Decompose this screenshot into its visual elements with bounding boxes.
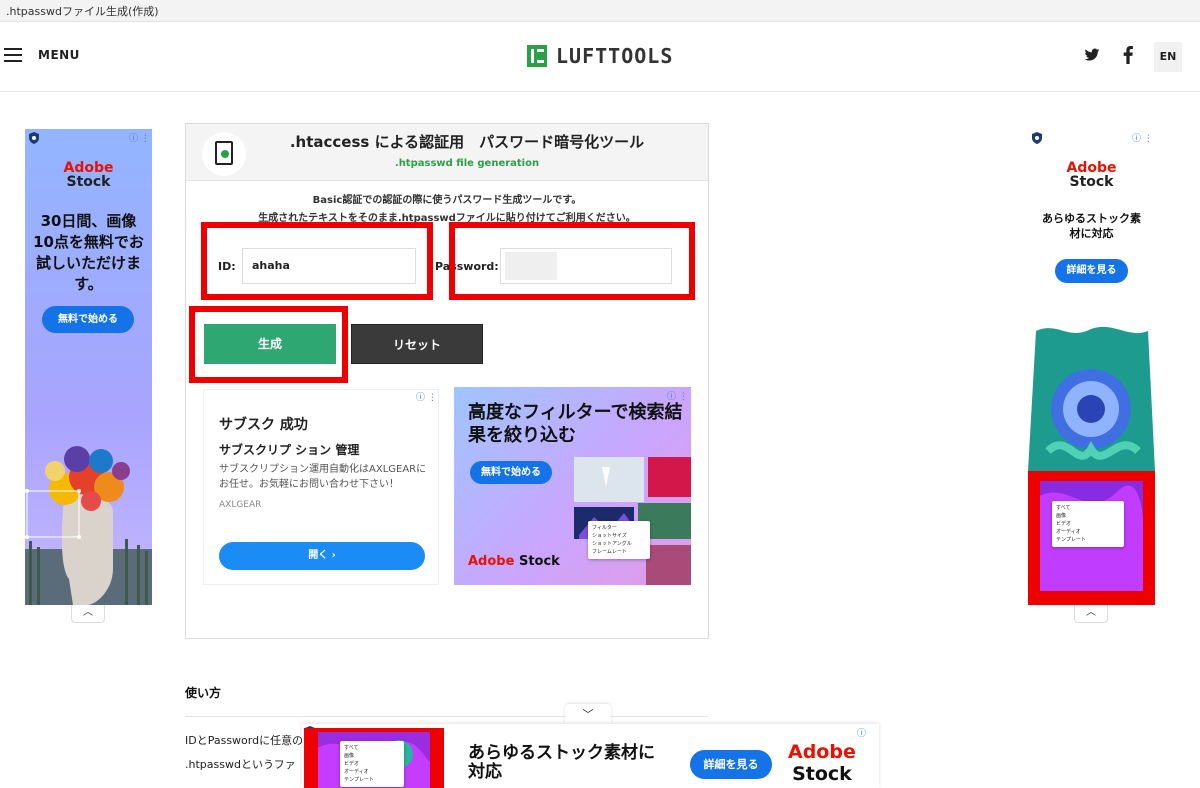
- brand-line-1: Adobe: [788, 741, 856, 763]
- mini-menu-item: ビデオ: [344, 761, 360, 767]
- bottom-ad-collapse-button[interactable]: ﹀: [565, 704, 611, 726]
- ad-mini-menu: すべて 画像 ビデオ オーディオ テンプレート: [1052, 501, 1124, 547]
- ad-headline: 30日間、画像10点を無料でお試しいただけます。: [33, 212, 144, 293]
- ad-title: サブスク 成功: [219, 417, 308, 433]
- reset-button[interactable]: リセット: [351, 324, 483, 364]
- left-ad-collapse-button[interactable]: ︿: [71, 605, 105, 623]
- ad-cta-button[interactable]: 詳細を見る: [690, 750, 772, 779]
- mini-menu-item: フィルター: [592, 525, 617, 531]
- ad-mini-menu: すべて 画像 ビデオ オーディオ テンプレート: [340, 741, 404, 787]
- adobe-stock-logo: Adobe Stock: [468, 554, 560, 569]
- mini-menu-item: テンプレート: [1056, 537, 1086, 543]
- ad-advertiser: AXLGEAR: [219, 500, 262, 510]
- adobe-stock-logo: Adobe Stock: [25, 161, 152, 189]
- ad-artwork-image: [25, 446, 152, 605]
- logo-icon[interactable]: [527, 45, 547, 67]
- ad-headline: あらゆるストック素材に対応: [468, 743, 655, 782]
- ad-open-button[interactable]: 開く ›: [219, 542, 425, 570]
- brand-line-1: Adobe: [63, 160, 114, 176]
- mini-menu-item: すべて: [1056, 505, 1071, 511]
- ad-body: サブスクリプション運用自動化はAXLGEARにお任せ。お気軽にお問い合わせ下さい…: [219, 464, 427, 490]
- adchoices-icon[interactable]: ⓘ ⋮: [416, 390, 438, 403]
- site-logo[interactable]: LUFTTOOLS: [556, 44, 673, 68]
- ad-headline: あらゆるストック素材に対応: [1042, 212, 1141, 240]
- ad-artwork-image: [1028, 326, 1155, 605]
- tool-title: .htaccess による認証用 パスワード暗号化ツール: [289, 133, 645, 151]
- ad-shield-icon: [1032, 132, 1042, 144]
- usage-divider: [185, 716, 708, 717]
- adobe-stock-logo: Adobe Stock: [1028, 161, 1155, 189]
- inner-text-ad[interactable]: ⓘ ⋮ サブスク 成功 サブスクリプ ション 管理 サブスクリプション運用自動化…: [203, 389, 439, 585]
- window-title: .htpasswdファイル生成(作成): [0, 0, 1200, 22]
- mini-menu-item: テンプレート: [344, 777, 374, 783]
- mini-menu-item: フレームレート: [592, 549, 627, 555]
- ad-cta-button[interactable]: 無料で始める: [470, 461, 552, 484]
- menu-label[interactable]: MENU: [38, 48, 80, 62]
- adobe-stock-logo: Adobe Stock: [788, 741, 856, 785]
- usage-text-line-1: IDとPasswordに任意の: [185, 734, 304, 747]
- generate-highlight-box: [189, 306, 348, 383]
- brand-line-1: Adobe: [1066, 160, 1117, 176]
- password-highlight-box: [449, 222, 695, 300]
- brand-line-2: Stock: [1069, 174, 1114, 190]
- right-ad-collapse-button[interactable]: ︿: [1074, 605, 1108, 623]
- mini-menu-item: ショットアングル: [592, 541, 632, 547]
- mini-menu-item: ショットサイズ: [592, 533, 627, 539]
- language-toggle-button[interactable]: EN: [1154, 42, 1182, 72]
- mini-menu-item: ビデオ: [1056, 521, 1072, 527]
- adchoices-icon[interactable]: ⓘ: [857, 726, 879, 739]
- tool-description-line-1: Basic認証での認証の際に使うパスワード生成ツールです。: [312, 195, 582, 206]
- id-highlight-box: [201, 222, 433, 300]
- menu-icon[interactable]: [4, 48, 22, 62]
- twitter-icon[interactable]: [1084, 47, 1100, 63]
- ad-headline: 高度なフィルターで検索結果を絞り込む: [468, 402, 683, 446]
- mini-menu-item: すべて: [344, 745, 359, 751]
- left-side-ad[interactable]: ⓘ ⋮ Adobe Stock 30日間、画像10点を無料でお試しいただけます。…: [25, 129, 152, 605]
- inner-image-ad[interactable]: ⓘ ⋮ 高度なフィルターで検索結果を絞り込む 無料で始める フィルター ショット…: [454, 387, 691, 585]
- usage-text-line-2: .htpasswdというファ: [185, 758, 296, 771]
- ad-mini-menu: フィルター ショットサイズ ショットアングル フレームレート: [588, 521, 650, 559]
- brand-line-2: Stock: [792, 763, 852, 785]
- ad-cta-button[interactable]: 詳細を見る: [1055, 259, 1128, 283]
- facebook-icon[interactable]: [1122, 46, 1134, 64]
- mini-menu-item: オーディオ: [1056, 529, 1081, 535]
- brand-line-2: Stock: [518, 554, 560, 569]
- brand-line-1: Adobe: [468, 554, 515, 569]
- right-side-ad[interactable]: ⓘ ⋮ Adobe Stock あらゆるストック素材に対応 詳細を見る すべて …: [1028, 129, 1155, 605]
- site-header: MENU LUFTTOOLS EN: [0, 22, 1200, 92]
- tool-header: .htaccess による認証用 パスワード暗号化ツール .htpasswd f…: [186, 124, 708, 181]
- usage-heading: 使い方: [185, 686, 222, 700]
- adchoices-icon[interactable]: ⓘ ⋮: [1132, 131, 1154, 144]
- ad-shield-icon: [29, 132, 39, 144]
- mini-menu-item: 画像: [1056, 513, 1067, 519]
- adchoices-icon[interactable]: ⓘ ⋮: [129, 131, 151, 144]
- bottom-sticky-ad[interactable]: すべて 画像 ビデオ オーディオ テンプレート あらゆるストック素材に対応 詳細…: [302, 724, 879, 788]
- adchoices-icon[interactable]: ⓘ ⋮: [667, 389, 689, 402]
- tool-subtitle: .htpasswd file generation: [394, 158, 540, 169]
- ad-subtitle: サブスクリプ ション 管理: [219, 443, 360, 457]
- mini-menu-item: オーディオ: [344, 769, 369, 775]
- mini-menu-item: 画像: [344, 753, 355, 759]
- brand-line-2: Stock: [66, 174, 111, 190]
- ad-cta-button[interactable]: 無料で始める: [42, 306, 134, 333]
